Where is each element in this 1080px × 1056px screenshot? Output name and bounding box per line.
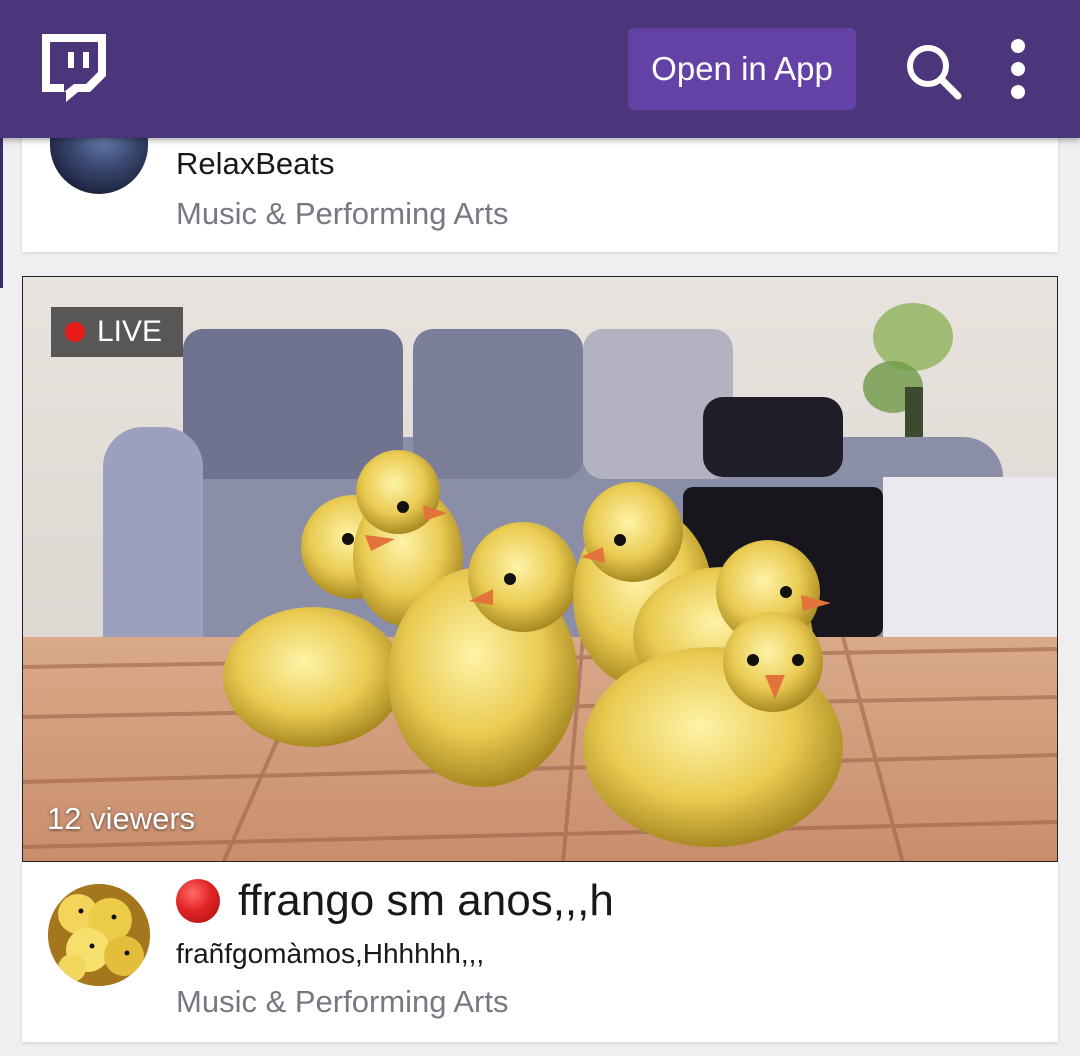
viewer-count: 12 viewers [47,801,196,836]
red-circle-icon [176,879,220,923]
stream-title-row: ffrango sm anos,,,h [176,876,614,926]
stream-title[interactable]: ffrango sm anos,,,h [238,876,614,926]
stream-thumbnail[interactable]: LIVE 12 viewers [22,276,1058,862]
channel-name[interactable]: frañfgomàmos,Hhhhhh,,, [176,938,484,970]
stream-category[interactable]: Music & Performing Arts [176,196,508,232]
search-icon[interactable] [902,40,964,102]
channel-avatar[interactable] [48,884,150,986]
live-badge: LIVE [51,307,183,357]
top-bar: Open in App [0,0,1080,138]
live-dot-icon [65,322,85,342]
avatar-image [48,884,150,986]
open-in-app-button[interactable]: Open in App [628,28,856,110]
sidebar-edge [0,138,3,288]
live-label: LIVE [97,315,163,348]
channel-name[interactable]: RelaxBeats [176,146,335,182]
stream-card[interactable]: ffrango sm anos,,,h frañfgomàmos,Hhhhhh,… [22,862,1058,1042]
stream-category[interactable]: Music & Performing Arts [176,984,508,1020]
thumbnail-image [23,277,1057,861]
twitch-logo-icon[interactable] [38,30,110,104]
stream-card-previous[interactable]: RelaxBeats Music & Performing Arts [22,104,1058,252]
more-vertical-icon[interactable] [1002,38,1034,102]
